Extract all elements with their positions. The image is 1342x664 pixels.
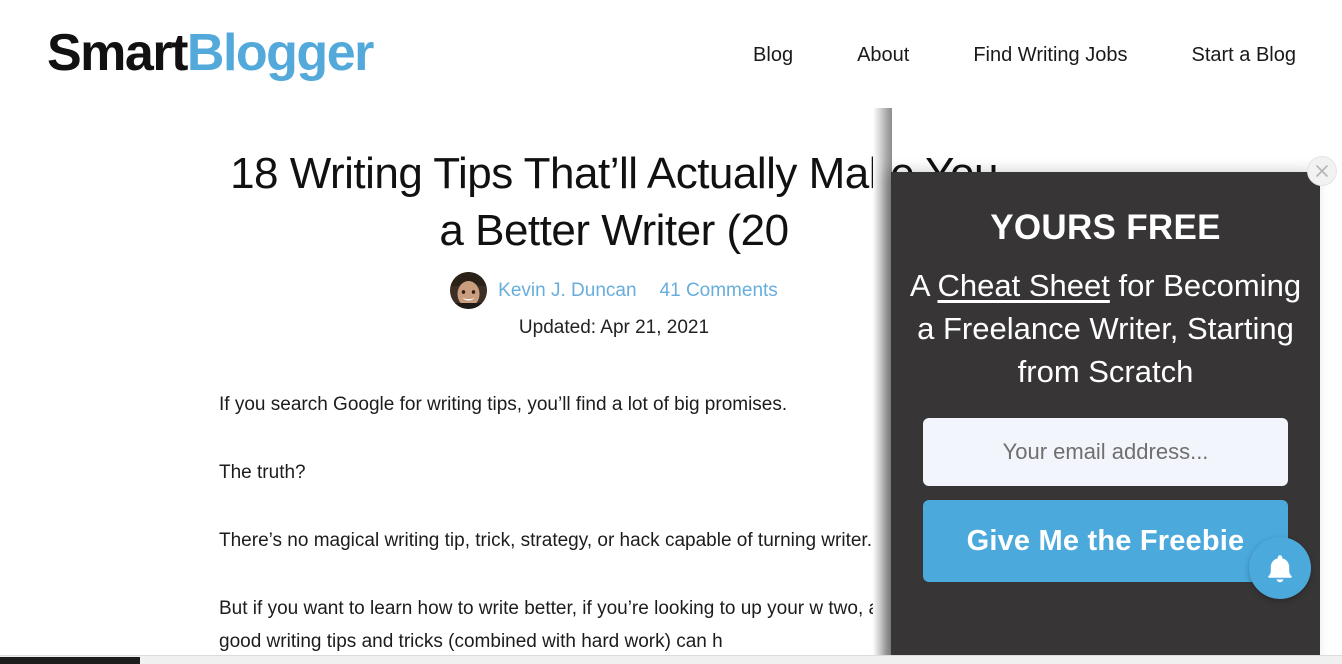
site-header: SmartBlogger Blog About Find Writing Job…: [0, 0, 1342, 108]
paragraph-1: If you search Google for writing tips, y…: [219, 394, 788, 415]
nav-item-start-a-blog[interactable]: Start a Blog: [1159, 40, 1296, 70]
bell-icon[interactable]: [1249, 537, 1311, 599]
logo-text-blogger: Blogger: [186, 24, 374, 82]
paragraph-2: The truth?: [219, 462, 306, 483]
horizontal-scrollbar[interactable]: [0, 655, 1342, 664]
post-body: If you search Google for writing tips, y…: [219, 388, 919, 658]
optin-subhead-emphasis: Cheat Sheet: [937, 268, 1110, 303]
paragraph-4: But if you want to learn how to write be…: [219, 598, 914, 652]
nav-item-blog[interactable]: Blog: [721, 40, 825, 70]
close-icon[interactable]: [1307, 156, 1337, 186]
byline-comments-link[interactable]: 41 Comments: [660, 279, 778, 303]
optin-subheadline: A Cheat Sheet for Becoming a Freelance W…: [891, 264, 1320, 393]
logo-text-smart: Smart: [47, 24, 188, 82]
nav-item-about[interactable]: About: [825, 40, 941, 70]
nav-item-find-writing-jobs[interactable]: Find Writing Jobs: [941, 40, 1159, 70]
submit-button[interactable]: Give Me the Freebie: [923, 500, 1288, 582]
site-logo[interactable]: SmartBlogger: [47, 24, 374, 82]
browser-page: SmartBlogger Blog About Find Writing Job…: [0, 0, 1342, 664]
optin-headline: YOURS FREE: [990, 208, 1221, 247]
main-navigation: Blog About Find Writing Jobs Start a Blo…: [721, 40, 1296, 70]
paragraph-3: There’s no magical writing tip, trick, s…: [219, 530, 872, 551]
byline-author-link[interactable]: Kevin J. Duncan: [498, 279, 636, 303]
scrollbar-thumb[interactable]: [0, 657, 140, 664]
optin-subhead-pre: A: [909, 268, 938, 303]
email-field[interactable]: [923, 418, 1288, 486]
optin-popup: YOURS FREE A Cheat Sheet for Becoming a …: [891, 172, 1320, 664]
avatar: [450, 272, 488, 309]
